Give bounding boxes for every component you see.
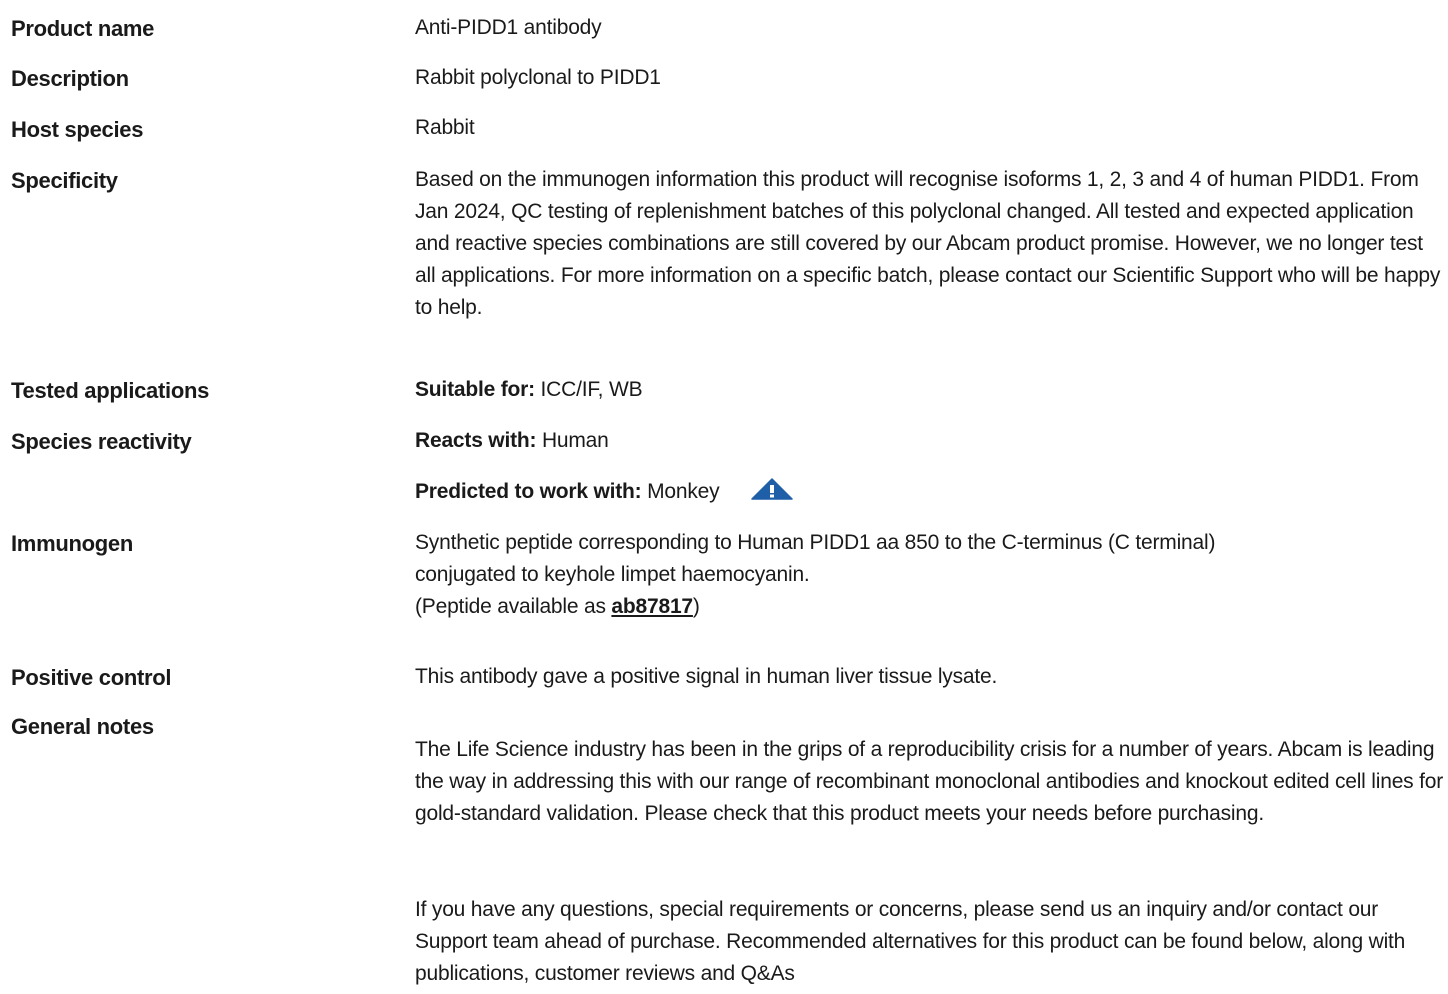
peptide-suffix: ) xyxy=(692,595,700,618)
label-immunogen: Immunogen xyxy=(11,531,133,556)
reacts-with-value: Human xyxy=(541,429,609,452)
reacts-with-prefix: Reacts with: xyxy=(415,429,537,452)
value-product-name: Anti-PIDD1 antibody xyxy=(415,16,602,39)
value-general-notes-para-2: If you have any questions, special requi… xyxy=(415,898,1406,985)
value-positive-control: This antibody gave a positive signal in … xyxy=(415,665,998,688)
immunogen-peptide: (Peptide available as ab87817) xyxy=(415,591,1445,623)
peptide-link[interactable]: ab87817 xyxy=(611,595,693,618)
value-reacts-with: Reacts with: Human xyxy=(415,425,1445,457)
value-specificity: Based on the immunogen information this … xyxy=(415,168,1441,319)
label-description: Description xyxy=(11,66,129,91)
predicted-prefix: Predicted to work with: xyxy=(415,480,642,503)
label-species-reactivity: Species reactivity xyxy=(11,429,192,454)
immunogen-line-1: Synthetic peptide corresponding to Human… xyxy=(415,531,1216,554)
immunogen-line-2: conjugated to keyhole limpet haemocyanin… xyxy=(415,563,810,586)
value-tested-applications: Suitable for: ICC/IF, WB xyxy=(415,374,1445,406)
label-general-notes: General notes xyxy=(11,714,154,739)
value-immunogen: Synthetic peptide corresponding to Human… xyxy=(415,527,1445,623)
suitable-for-value: ICC/IF, WB xyxy=(540,378,643,401)
value-predicted-to-work-with: Predicted to work with: Monkey xyxy=(415,476,1445,510)
label-product-name: Product name xyxy=(11,16,155,41)
value-host-species: Rabbit xyxy=(415,116,475,139)
value-description: Rabbit polyclonal to PIDD1 xyxy=(415,66,661,89)
suitable-for-prefix: Suitable for: xyxy=(415,378,535,401)
peptide-prefix: (Peptide available as xyxy=(415,595,612,618)
label-tested-applications: Tested applications xyxy=(11,378,210,403)
warning-triangle-icon[interactable] xyxy=(751,478,793,510)
value-general-notes-para-1: The Life Science industry has been in th… xyxy=(415,738,1444,825)
predicted-value: Monkey xyxy=(647,480,720,503)
label-specificity: Specificity xyxy=(11,168,118,193)
label-host-species: Host species xyxy=(11,117,144,142)
label-positive-control: Positive control xyxy=(11,665,172,690)
